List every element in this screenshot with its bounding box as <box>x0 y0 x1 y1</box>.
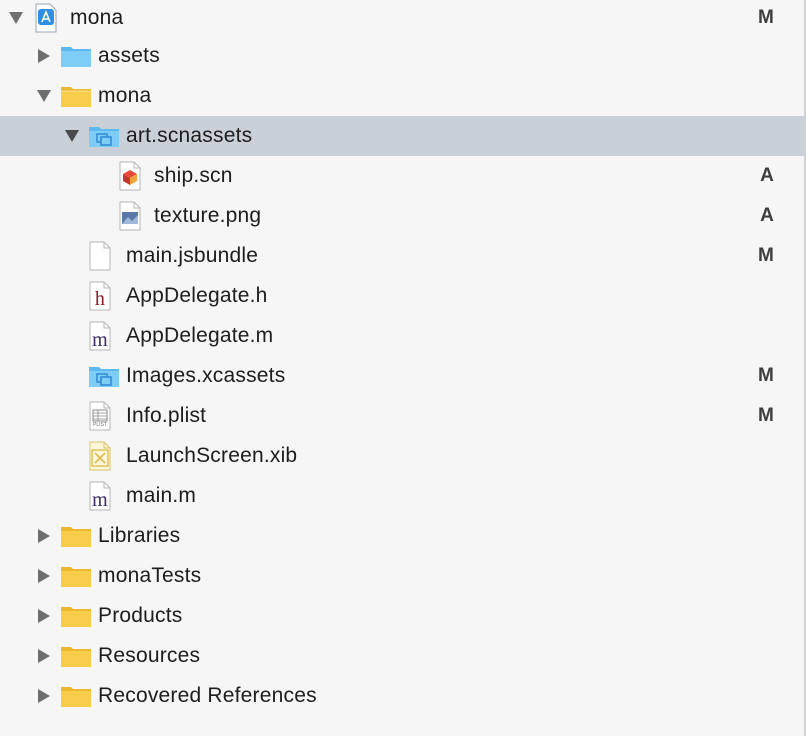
objc-source-file-icon: m <box>88 481 112 511</box>
yellow-folder-icon <box>60 524 92 548</box>
tree-row-main-jsbundle[interactable]: main.jsbundle M <box>0 236 804 276</box>
tree-row-label: LaunchScreen.xib <box>126 444 298 467</box>
tree-row-texture-png[interactable]: texture.png A <box>0 196 804 236</box>
blank-file-icon <box>88 241 112 271</box>
tree-row-recovered-references[interactable]: Recovered References <box>0 676 804 716</box>
file-type-letter: h <box>94 287 106 310</box>
tree-row-monatests[interactable]: monaTests <box>0 556 804 596</box>
tree-row-label: main.jsbundle <box>126 244 259 267</box>
disclosure-collapsed-icon[interactable] <box>36 568 52 584</box>
plist-file-icon: PLIST <box>88 401 112 431</box>
tree-row-label: art.scnassets <box>126 124 253 147</box>
tree-row-mona-group[interactable]: mona <box>0 76 804 116</box>
status-badge: M <box>757 365 774 386</box>
disclosure-collapsed-icon[interactable] <box>36 608 52 624</box>
objc-source-file-icon: m <box>88 321 112 351</box>
yellow-folder-icon <box>60 564 92 588</box>
tree-row-label: Info.plist <box>126 404 207 427</box>
disclosure-expanded-icon[interactable] <box>8 10 24 26</box>
yellow-folder-icon <box>60 684 92 708</box>
tree-row-label: Recovered References <box>98 684 317 707</box>
disclosure-collapsed-icon[interactable] <box>36 48 52 64</box>
tree-row-resources[interactable]: Resources <box>0 636 804 676</box>
disclosure-expanded-icon[interactable] <box>64 128 80 144</box>
yellow-folder-icon <box>60 644 92 668</box>
tree-row-label: Products <box>98 604 183 627</box>
status-badge: M <box>757 7 774 28</box>
tree-row-ship-scn[interactable]: ship.scn A <box>0 156 804 196</box>
disclosure-collapsed-icon[interactable] <box>36 648 52 664</box>
scenekit-file-icon <box>118 161 142 191</box>
image-file-icon <box>118 201 142 231</box>
tree-row-label: texture.png <box>154 204 262 227</box>
file-type-letter: m <box>92 488 108 511</box>
tree-row-label: AppDelegate.m <box>126 324 274 347</box>
asset-catalog-folder-icon <box>88 124 120 148</box>
tree-row-label: mona <box>70 6 124 29</box>
status-badge: M <box>757 405 774 426</box>
tree-row-appdelegate-m[interactable]: m AppDelegate.m <box>0 316 804 356</box>
tree-row-label: monaTests <box>98 564 202 587</box>
tree-row-assets[interactable]: assets <box>0 36 804 76</box>
disclosure-collapsed-icon[interactable] <box>36 688 52 704</box>
project-navigator: mona M assets mona art.scnassets ship.sc… <box>0 0 806 736</box>
status-badge: A <box>760 165 774 186</box>
tree-row-images-xcassets[interactable]: Images.xcassets M <box>0 356 804 396</box>
tree-row-label: assets <box>98 44 160 67</box>
tree-row-libraries[interactable]: Libraries <box>0 516 804 556</box>
tree-row-label: Libraries <box>98 524 181 547</box>
tree-row-art-scnassets[interactable]: art.scnassets <box>0 116 804 156</box>
xib-file-icon <box>88 441 112 471</box>
tree-row-products[interactable]: Products <box>0 596 804 636</box>
disclosure-collapsed-icon[interactable] <box>36 528 52 544</box>
tree-row-label: AppDelegate.h <box>126 284 268 307</box>
tree-row-label: Resources <box>98 644 201 667</box>
tree-row-label: ship.scn <box>154 164 233 187</box>
disclosure-expanded-icon[interactable] <box>36 88 52 104</box>
tree-row-label: Images.xcassets <box>126 364 286 387</box>
status-badge: M <box>757 245 774 266</box>
file-type-letter: m <box>92 328 108 351</box>
yellow-folder-icon <box>60 604 92 628</box>
asset-catalog-folder-icon <box>88 364 120 388</box>
yellow-folder-icon <box>60 84 92 108</box>
tree-row-label: mona <box>98 84 152 107</box>
tree-row-label: main.m <box>126 484 197 507</box>
tree-row-info-plist[interactable]: PLIST Info.plist M <box>0 396 804 436</box>
header-file-icon: h <box>88 281 112 311</box>
tree-row-project-mona[interactable]: mona M <box>0 0 804 36</box>
plist-icon-text: PLIST <box>93 422 107 428</box>
blue-folder-icon <box>60 44 92 68</box>
xcode-project-icon <box>34 3 58 33</box>
status-badge: A <box>760 205 774 226</box>
tree-row-appdelegate-h[interactable]: h AppDelegate.h <box>0 276 804 316</box>
tree-row-launchscreen-xib[interactable]: LaunchScreen.xib <box>0 436 804 476</box>
tree-row-main-m[interactable]: m main.m <box>0 476 804 516</box>
